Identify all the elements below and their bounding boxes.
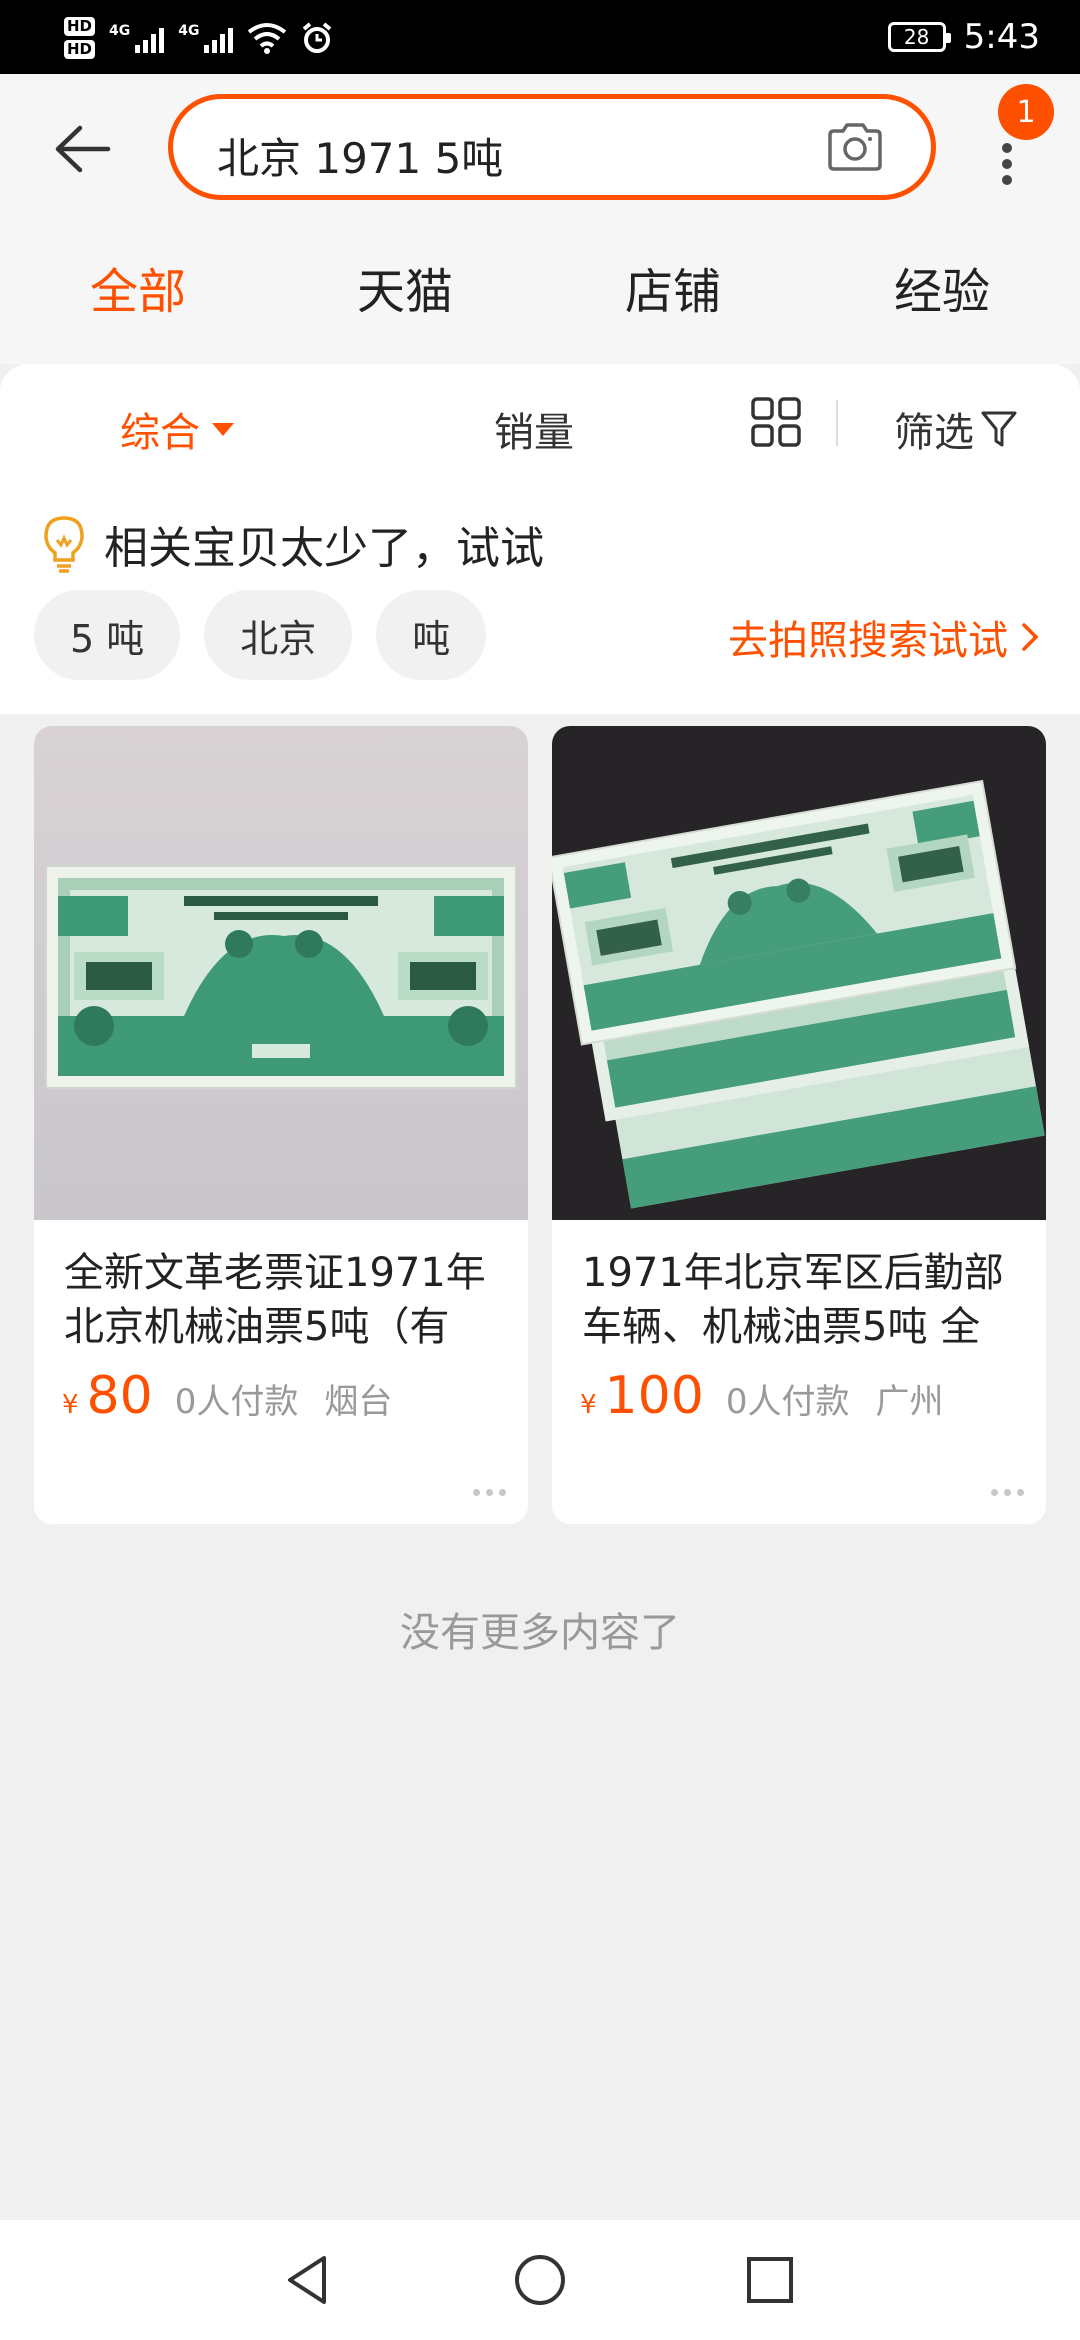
search-box[interactable]: 北京 1971 5吨 (168, 94, 936, 200)
currency-symbol: ¥ (580, 1390, 597, 1420)
sim-1-label: 4G (109, 23, 131, 39)
chevron-right-icon (1022, 623, 1039, 651)
funnel-icon (981, 411, 1017, 447)
signal-2-icon: 4G (178, 23, 234, 53)
notification-badge: 1 (998, 84, 1054, 140)
seller-location: 广州 (875, 1382, 944, 1422)
wifi-icon (248, 23, 287, 54)
product-image[interactable] (34, 726, 528, 1220)
photo-search-link[interactable]: 去拍照搜索试试 (728, 608, 1040, 666)
nav-home-icon[interactable] (510, 2250, 570, 2310)
product-price: 80 (86, 1366, 153, 1426)
sort-bar: 综合 销量 筛选 (0, 364, 1080, 484)
filter-label: 筛选 (894, 410, 974, 456)
sort-divider (836, 400, 838, 446)
currency-symbol: ¥ (62, 1390, 79, 1420)
hd-label-1: HD (64, 17, 96, 36)
sort-sales[interactable]: 销量 (494, 400, 574, 458)
few-results-tip: 相关宝贝太少了，试试 (38, 512, 544, 576)
suggestion-chip[interactable]: 北京 (204, 590, 353, 680)
product-title[interactable]: 全新文革老票证1971年北京机械油票5吨（有 (64, 1246, 504, 1354)
clock: 5:43 (963, 17, 1040, 57)
card-more-icon[interactable] (991, 1489, 1024, 1496)
tab-all[interactable]: 全部 (38, 252, 238, 322)
search-input[interactable]: 北京 1971 5吨 (217, 125, 503, 186)
nav-recents-icon[interactable] (740, 2250, 800, 2310)
system-nav-bar (0, 2220, 1080, 2340)
search-header: 北京 1971 5吨 1 全部 天猫 店铺 经验 (0, 74, 1080, 364)
card-more-icon[interactable] (473, 1489, 506, 1496)
search-scope-tabs: 全部 天猫 店铺 经验 (0, 252, 1080, 332)
suggestion-chips: 5 吨 北京 吨 (34, 590, 487, 680)
hd-indicator: HD HD (64, 17, 96, 59)
sort-comprehensive[interactable]: 综合 (120, 400, 234, 458)
buyer-count: 0人付款 (725, 1382, 850, 1422)
status-bar: HD HD 4G 4G 28 5:43 (0, 0, 1080, 74)
hd-label-2: HD (64, 40, 96, 59)
tab-experience[interactable]: 经验 (842, 252, 1042, 322)
product-image[interactable] (552, 726, 1046, 1220)
grid-view-icon[interactable] (750, 396, 802, 448)
tab-tmall[interactable]: 天猫 (305, 252, 505, 322)
suggestion-chip[interactable]: 吨 (376, 590, 487, 680)
buyer-count: 0人付款 (174, 1382, 299, 1422)
sort-comprehensive-label: 综合 (120, 410, 200, 456)
camera-icon[interactable] (825, 121, 885, 173)
back-arrow-icon[interactable] (52, 122, 112, 176)
tab-shops[interactable]: 店铺 (573, 252, 773, 322)
signal-1-icon: 4G (109, 23, 165, 53)
price-line: ¥ 100 0人付款 广州 (580, 1366, 961, 1426)
product-title[interactable]: 1971年北京军区后勤部车辆、机械油票5吨 全 (582, 1246, 1022, 1354)
filter-panel: 综合 销量 筛选 相关宝贝太少了，试试 5 吨 北京 吨 去拍照搜索试试 (0, 364, 1080, 714)
suggestion-chip[interactable]: 5 吨 (34, 590, 181, 680)
tip-text: 相关宝贝太少了，试试 (104, 523, 544, 574)
product-price: 100 (604, 1366, 704, 1426)
filter-button[interactable]: 筛选 (894, 400, 1018, 458)
price-line: ¥ 80 0人付款 烟台 (62, 1366, 410, 1426)
battery-icon: 28 (887, 22, 951, 52)
battery-level: 28 (903, 25, 930, 49)
end-of-results-text: 没有更多内容了 (400, 1610, 680, 1656)
caret-down-icon (212, 422, 234, 436)
lightbulb-icon (44, 516, 84, 573)
sim-2-label: 4G (178, 23, 200, 39)
alarm-icon (303, 22, 332, 53)
seller-location: 烟台 (324, 1382, 393, 1422)
nav-back-icon[interactable] (278, 2250, 338, 2310)
product-card[interactable]: 全新文革老票证1971年北京机械油票5吨（有 ¥ 80 0人付款 烟台 (34, 726, 528, 1524)
photo-search-label: 去拍照搜索试试 (728, 618, 1008, 664)
product-card[interactable]: 1971年北京军区后勤部车辆、机械油票5吨 全 ¥ 100 0人付款 广州 (552, 726, 1046, 1524)
